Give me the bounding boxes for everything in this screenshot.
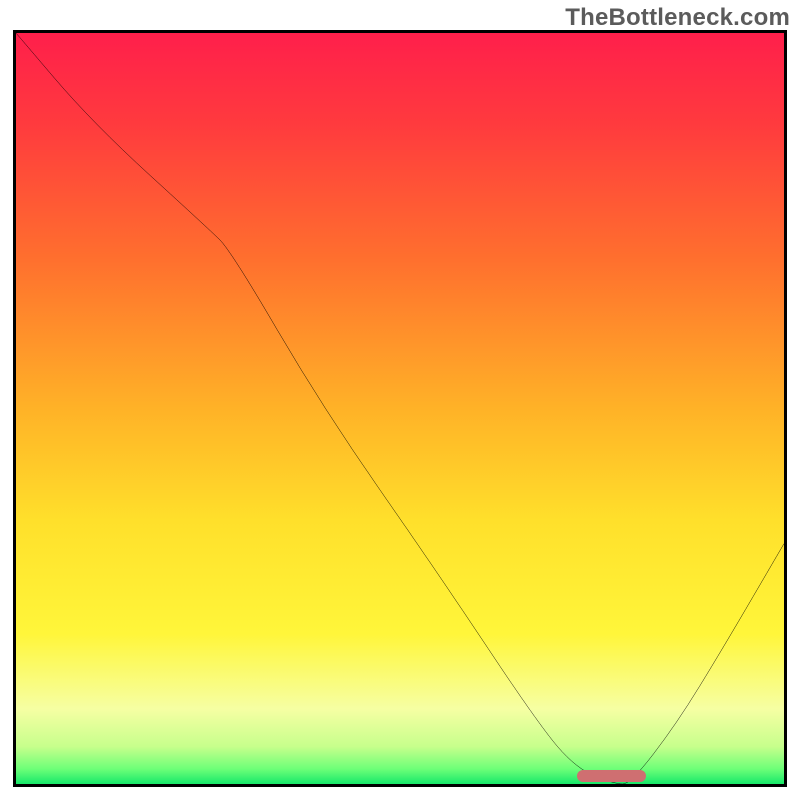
bottleneck-curve: [16, 33, 784, 784]
plot-area: [13, 30, 787, 787]
chart-container: TheBottleneck.com: [0, 0, 800, 800]
watermark-text: TheBottleneck.com: [565, 4, 790, 32]
optimum-marker: [577, 770, 646, 782]
